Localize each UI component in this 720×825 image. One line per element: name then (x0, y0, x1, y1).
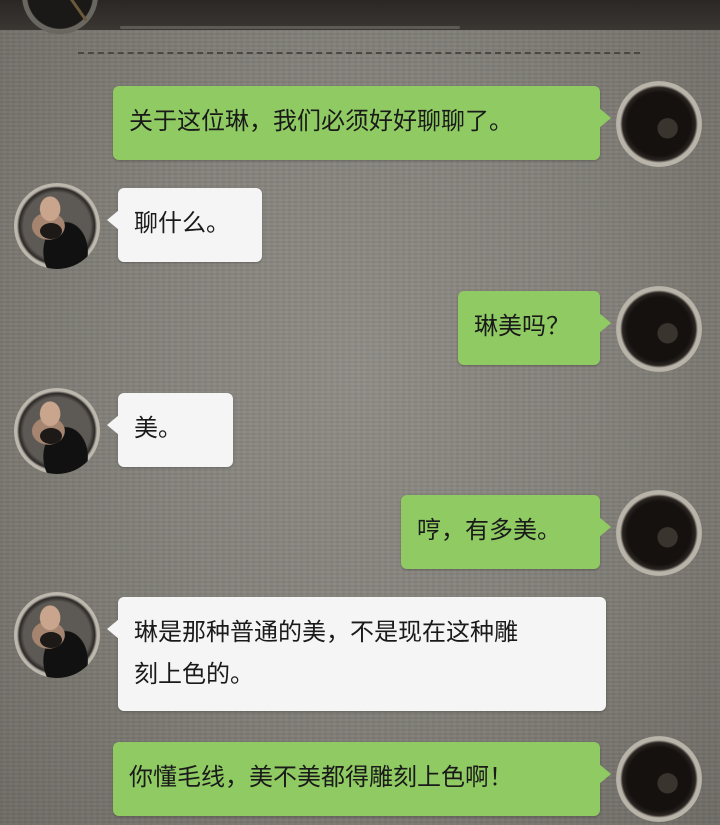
message-text: 你懂毛线，美不美都得雕刻上色啊！ (129, 763, 513, 791)
contact-avatar[interactable] (14, 388, 100, 474)
message-text-line: 琳是那种普通的美，不是现在这种雕 (134, 618, 518, 646)
my-avatar[interactable] (616, 81, 702, 167)
message-bubble-sent[interactable]: 你懂毛线，美不美都得雕刻上色啊！ (113, 742, 611, 816)
my-avatar[interactable] (616, 490, 702, 576)
message-bubble-sent[interactable]: 哼，有多美。 (401, 495, 611, 569)
section-divider (78, 52, 640, 54)
avatar-beard (40, 632, 62, 648)
top-bar (0, 0, 720, 34)
top-bar-line (120, 26, 460, 29)
contact-avatar[interactable] (14, 183, 100, 269)
message-text-line: 刻上色的。 (134, 660, 254, 688)
message-bubble-received[interactable]: 美。 (107, 393, 233, 467)
message-text: 琳美吗？ (474, 312, 570, 340)
message-bubble-received[interactable]: 聊什么。 (107, 188, 262, 262)
message-bubble-sent[interactable]: 琳美吗？ (458, 291, 611, 365)
message-text: 聊什么。 (134, 209, 230, 237)
my-avatar[interactable] (616, 736, 702, 822)
message-text: 关于这位琳，我们必须好好聊聊了。 (129, 107, 513, 135)
partial-avatar (22, 0, 98, 34)
message-bubble-sent[interactable]: 关于这位琳，我们必须好好聊聊了。 (113, 86, 611, 160)
contact-avatar[interactable] (14, 592, 100, 678)
avatar-beard (40, 428, 62, 444)
message-bubble-received[interactable]: 琳是那种普通的美，不是现在这种雕 刻上色的。 (107, 597, 606, 711)
my-avatar[interactable] (616, 286, 702, 372)
message-text: 哼，有多美。 (417, 516, 561, 544)
avatar-beard (40, 223, 62, 239)
message-text: 美。 (134, 414, 182, 442)
